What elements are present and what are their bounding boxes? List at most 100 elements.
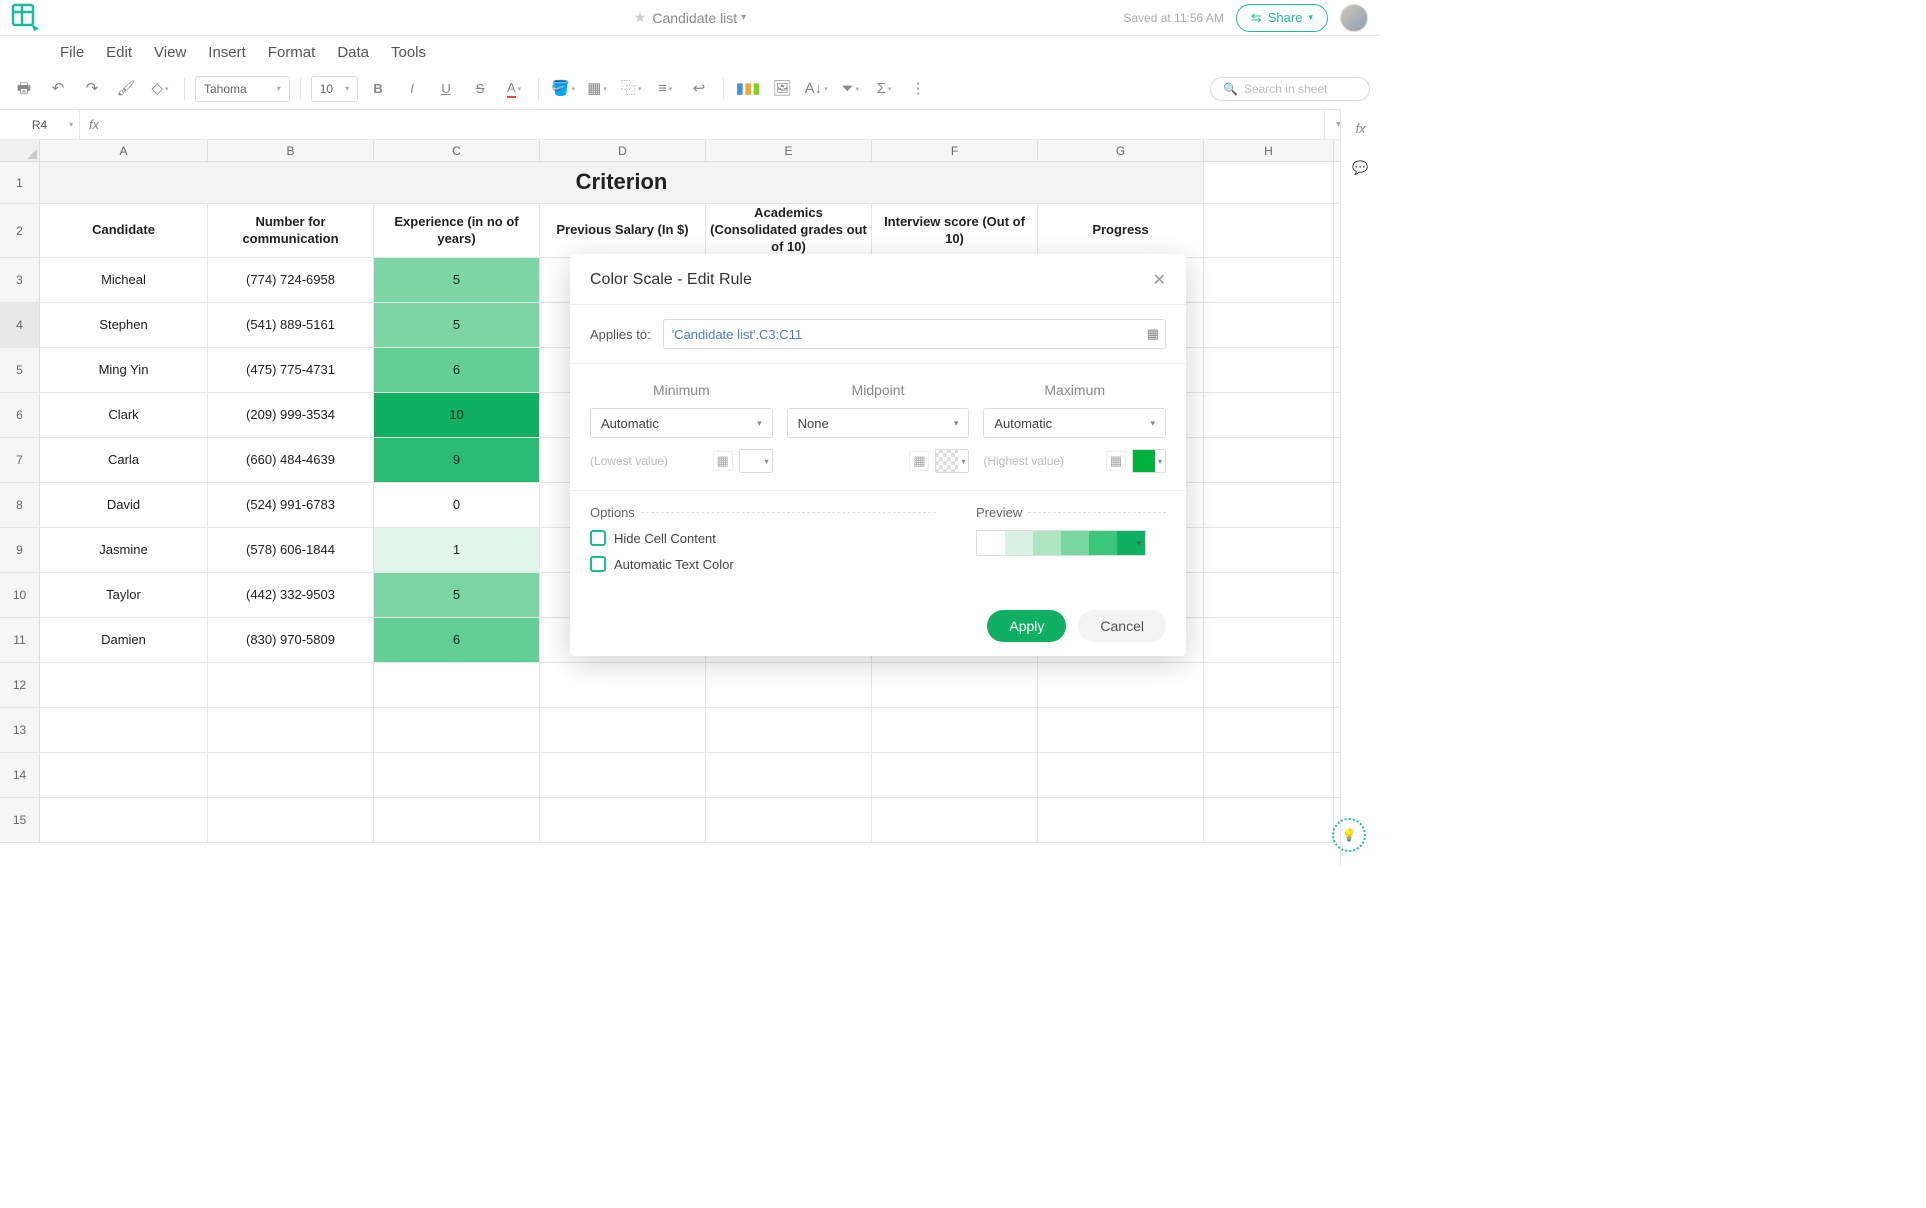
strike-icon[interactable]: S <box>466 75 494 103</box>
min-color-swatch[interactable]: ▾ <box>739 449 773 473</box>
cell-experience[interactable]: 1 <box>374 528 540 572</box>
col-header-D[interactable]: D <box>540 140 706 161</box>
share-button[interactable]: ⇆ Share ▾ <box>1236 4 1328 32</box>
borders-icon[interactable]: ▦▾ <box>583 75 611 103</box>
cancel-button[interactable]: Cancel <box>1078 610 1166 642</box>
row-header[interactable]: 14 <box>0 753 40 797</box>
fx-panel-icon[interactable]: fx <box>1349 116 1373 140</box>
row-header[interactable]: 1 <box>0 162 40 203</box>
cell-candidate[interactable]: Carla <box>40 438 208 482</box>
cell[interactable] <box>540 708 706 752</box>
header-number[interactable]: Number for communication <box>208 204 374 257</box>
range-icon[interactable]: ▦ <box>713 451 733 471</box>
fill-color-icon[interactable]: 🪣▾ <box>549 75 577 103</box>
min-mode-select[interactable]: Automatic▾ <box>590 408 773 438</box>
underline-icon[interactable]: U <box>432 75 460 103</box>
col-header-F[interactable]: F <box>872 140 1038 161</box>
cell[interactable] <box>540 663 706 707</box>
cell[interactable] <box>1204 753 1334 797</box>
menu-insert[interactable]: Insert <box>208 44 246 61</box>
filter-icon[interactable]: ⏷▾ <box>836 75 864 103</box>
apply-button[interactable]: Apply <box>987 610 1066 642</box>
cell[interactable] <box>1204 618 1334 662</box>
cell-experience[interactable]: 5 <box>374 258 540 302</box>
cell-experience[interactable]: 9 <box>374 438 540 482</box>
cell-phone[interactable]: (541) 889-5161 <box>208 303 374 347</box>
hide-cell-checkbox[interactable]: Hide Cell Content <box>590 530 936 546</box>
row-header[interactable]: 13 <box>0 708 40 752</box>
applies-to-input[interactable]: 'Candidate list'.C3:C11 ▦ <box>663 319 1166 349</box>
cell[interactable] <box>1204 393 1334 437</box>
redo-icon[interactable]: ↷ <box>78 75 106 103</box>
cell[interactable] <box>1204 348 1334 392</box>
cell[interactable] <box>374 753 540 797</box>
row-header[interactable]: 12 <box>0 663 40 707</box>
menu-format[interactable]: Format <box>268 44 316 61</box>
cell[interactable] <box>1204 303 1334 347</box>
cell[interactable] <box>706 753 872 797</box>
cell[interactable] <box>872 708 1038 752</box>
range-select-icon[interactable]: ▦ <box>1147 326 1159 342</box>
bold-icon[interactable]: B <box>364 75 392 103</box>
cell-candidate[interactable]: David <box>40 483 208 527</box>
format-painter-icon[interactable]: 🖌 <box>112 75 140 103</box>
cell[interactable] <box>540 798 706 842</box>
col-header-C[interactable]: C <box>374 140 540 161</box>
cell[interactable] <box>40 798 208 842</box>
col-header-B[interactable]: B <box>208 140 374 161</box>
clear-format-icon[interactable]: ◇▾ <box>146 75 174 103</box>
cell[interactable] <box>706 708 872 752</box>
cell-candidate[interactable]: Damien <box>40 618 208 662</box>
col-header-G[interactable]: G <box>1038 140 1204 161</box>
header-interview[interactable]: Interview score (Out of 10) <box>872 204 1038 257</box>
header-salary[interactable]: Previous Salary (In $) <box>540 204 706 257</box>
range-icon[interactable]: ▦ <box>909 451 929 471</box>
menu-edit[interactable]: Edit <box>106 44 132 61</box>
more-icon[interactable]: ⋮ <box>904 75 932 103</box>
cell[interactable] <box>1204 798 1334 842</box>
cell[interactable] <box>1038 708 1204 752</box>
menu-data[interactable]: Data <box>337 44 369 61</box>
cell-phone[interactable]: (475) 775-4731 <box>208 348 374 392</box>
user-avatar[interactable] <box>1340 4 1368 32</box>
cell[interactable] <box>374 708 540 752</box>
menu-view[interactable]: View <box>154 44 186 61</box>
preview-gradient[interactable]: ▾ <box>976 530 1146 556</box>
search-input[interactable]: 🔍 Search in sheet <box>1210 77 1370 101</box>
cell-phone[interactable]: (442) 332-9503 <box>208 573 374 617</box>
cell-experience[interactable]: 5 <box>374 303 540 347</box>
cell[interactable] <box>208 798 374 842</box>
italic-icon[interactable]: I <box>398 75 426 103</box>
cell[interactable] <box>40 753 208 797</box>
header-experience[interactable]: Experience (in no of years) <box>374 204 540 257</box>
cell-phone[interactable]: (660) 484-4639 <box>208 438 374 482</box>
formula-input[interactable] <box>108 110 1324 139</box>
mid-mode-select[interactable]: None▾ <box>787 408 970 438</box>
auto-text-checkbox[interactable]: Automatic Text Color <box>590 556 936 572</box>
cell-phone[interactable]: (578) 606-1844 <box>208 528 374 572</box>
font-family-select[interactable]: Tahoma▾ <box>195 76 290 102</box>
cell[interactable] <box>1038 753 1204 797</box>
comments-panel-icon[interactable]: 💬 <box>1349 156 1373 180</box>
cell[interactable] <box>1204 483 1334 527</box>
sort-icon[interactable]: A↓▾ <box>802 75 830 103</box>
cell-phone[interactable]: (209) 999-3534 <box>208 393 374 437</box>
row-header[interactable]: 8 <box>0 483 40 527</box>
wrap-icon[interactable]: ↩ <box>685 75 713 103</box>
chart-icon[interactable]: ▮▮▮ <box>734 75 762 103</box>
col-header-E[interactable]: E <box>706 140 872 161</box>
range-icon[interactable]: ▦ <box>1106 451 1126 471</box>
menu-file[interactable]: File <box>60 44 84 61</box>
cell-phone[interactable]: (830) 970-5809 <box>208 618 374 662</box>
cell[interactable] <box>208 663 374 707</box>
cell[interactable] <box>1204 708 1334 752</box>
row-header[interactable]: 4 <box>0 303 40 347</box>
cell[interactable] <box>1204 162 1334 203</box>
cell[interactable] <box>1204 258 1334 302</box>
cell-candidate[interactable]: Taylor <box>40 573 208 617</box>
cell[interactable] <box>1204 204 1334 257</box>
col-header-H[interactable]: H <box>1204 140 1334 161</box>
header-candidate[interactable]: Candidate <box>40 204 208 257</box>
row-header[interactable]: 3 <box>0 258 40 302</box>
cell[interactable] <box>872 753 1038 797</box>
